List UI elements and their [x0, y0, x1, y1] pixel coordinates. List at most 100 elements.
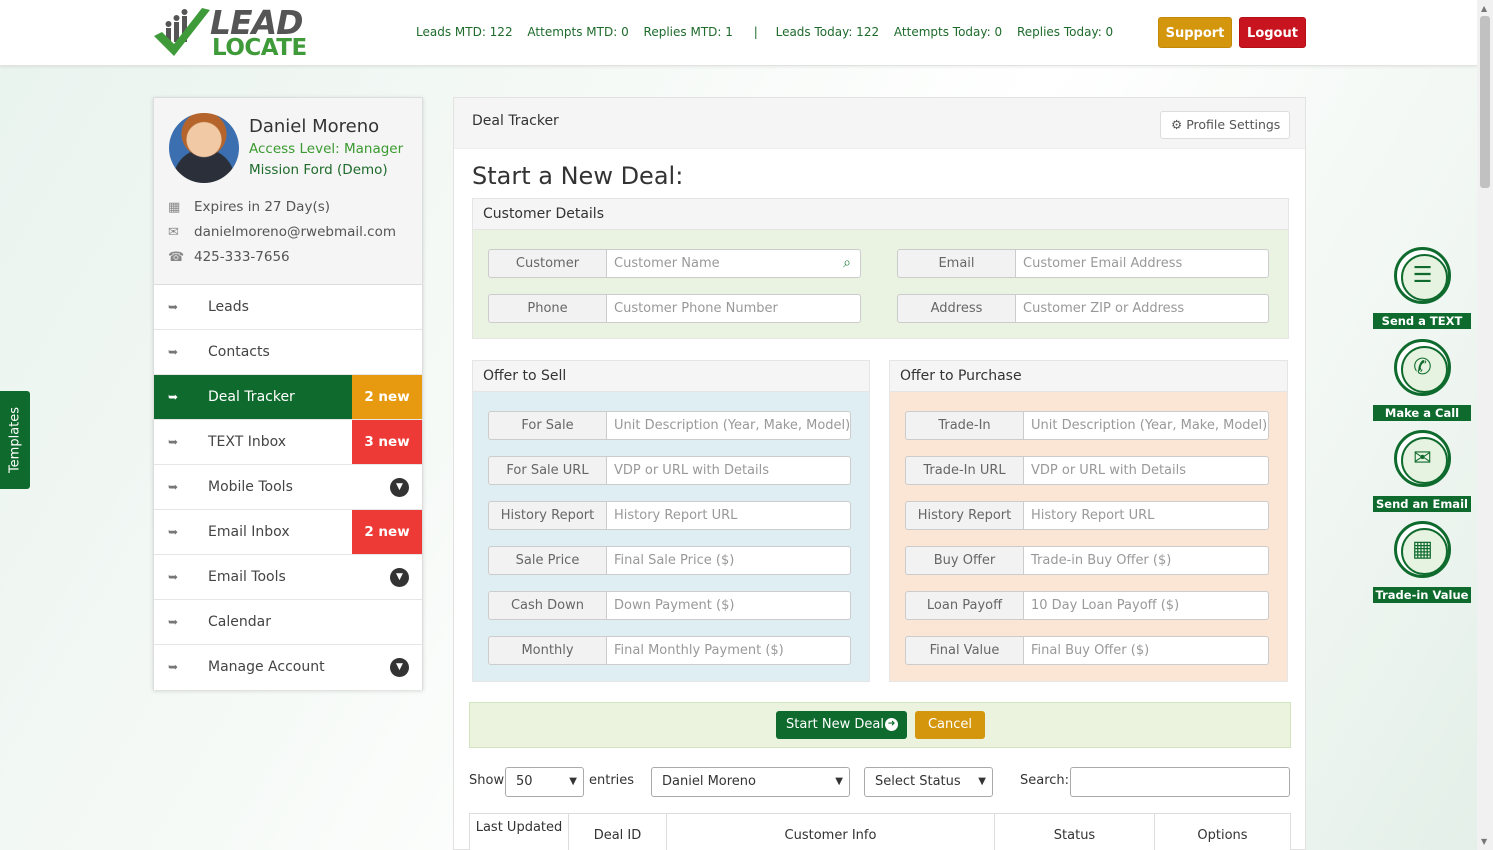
customer-address-input[interactable]: Customer ZIP or Address — [1015, 294, 1269, 323]
entries-label: entries — [589, 773, 635, 788]
sale-price-input[interactable]: Final Sale Price ($) — [606, 546, 851, 575]
offer-to-purchase-panel: Offer to Purchase Trade-In Unit Descript… — [889, 360, 1288, 682]
entries-select-value: 50 — [516, 774, 533, 789]
scroll-down-icon[interactable]: ▼ — [1481, 837, 1487, 846]
sidebar-item-deal-tracker[interactable]: ➥ Deal Tracker 2 new — [154, 375, 422, 420]
trade-in-url-input[interactable]: VDP or URL with Details — [1023, 456, 1269, 485]
profile-email: ✉ danielmoreno@rwebmail.com — [168, 224, 396, 240]
sell-history-report-input[interactable]: History Report URL — [606, 501, 851, 530]
card-header: Deal Tracker ⚙ Profile Settings — [454, 98, 1305, 149]
chevron-down-icon[interactable]: ▼ — [390, 568, 409, 587]
phone-field: Phone Customer Phone Number — [488, 294, 861, 323]
panel-body: Customer Customer Name ⌕ Email Customer … — [473, 230, 1288, 338]
customer-email-input[interactable]: Customer Email Address — [1015, 249, 1269, 278]
avatar — [169, 113, 239, 183]
scrollbar-thumb[interactable] — [1480, 16, 1490, 188]
trade-in-input[interactable]: Unit Description (Year, Make, Model) — [1023, 411, 1269, 440]
logo-mark-icon — [154, 8, 210, 56]
status-filter-select[interactable]: Select Status ▼ — [864, 767, 993, 797]
profile-phone-text: 425-333-7656 — [194, 249, 290, 265]
page-scrollbar[interactable]: ▲ ▼ — [1477, 0, 1493, 850]
sign-in-icon: ➥ — [168, 435, 179, 449]
panel-title: Customer Details — [473, 199, 1288, 230]
customer-name-input[interactable]: Customer Name — [606, 249, 861, 278]
customer-field: Customer Customer Name ⌕ — [488, 249, 861, 278]
loan-payoff-input[interactable]: 10 Day Loan Payoff ($) — [1023, 591, 1269, 620]
column-label: Customer Info — [784, 828, 877, 843]
column-label: Deal ID — [593, 828, 642, 843]
support-button[interactable]: Support — [1158, 17, 1232, 48]
customer-phone-input[interactable]: Customer Phone Number — [606, 294, 861, 323]
user-filter-select[interactable]: Daniel Moreno ▼ — [651, 767, 850, 797]
scroll-up-icon[interactable]: ▲ — [1481, 4, 1487, 13]
sidebar-item-manage-account[interactable]: ➥ Manage Account ▼ — [154, 645, 422, 690]
stats-bar: Leads MTD: 122 Attempts MTD: 0 Replies M… — [416, 25, 1124, 39]
sidebar: Daniel Moreno Access Level: Manager Miss… — [153, 97, 423, 690]
search-icon[interactable]: ⌕ — [843, 249, 851, 278]
sign-in-icon: ➥ — [168, 615, 179, 629]
quick-action-label: Trade-in Value — [1373, 587, 1471, 603]
start-new-deal-heading: Start a New Deal: — [472, 162, 684, 190]
column-customer-info[interactable]: Customer Info — [666, 814, 994, 850]
monthly-input[interactable]: Final Monthly Payment ($) — [606, 636, 851, 665]
column-deal-id[interactable]: Deal ID — [568, 814, 666, 850]
field-label: Trade-In — [905, 411, 1024, 440]
for-sale-input[interactable]: Unit Description (Year, Make, Model) — [606, 411, 851, 440]
sign-in-icon: ➥ — [168, 480, 179, 494]
cash-down-input[interactable]: Down Payment ($) — [606, 591, 851, 620]
column-label: Status — [1053, 828, 1096, 843]
chat-icon: ☰ — [1412, 263, 1433, 288]
field-label: Final Value — [905, 636, 1024, 665]
sidebar-item-label: Leads — [208, 299, 249, 315]
field-label: For Sale URL — [488, 456, 607, 485]
for-sale-url-input[interactable]: VDP or URL with Details — [606, 456, 851, 485]
chevron-down-icon: ▼ — [569, 776, 577, 787]
replies-today: Replies Today: 0 — [1016, 25, 1114, 39]
sidebar-item-mobile-tools[interactable]: ➥ Mobile Tools ▼ — [154, 465, 422, 510]
entries-select[interactable]: 50 ▼ — [505, 767, 584, 797]
logo-locate-text: LOCATE — [212, 35, 307, 61]
start-new-deal-button[interactable]: Start New Deal ➜ — [776, 711, 907, 739]
envelope-icon: ✉ — [168, 225, 179, 240]
templates-tab[interactable]: Templates — [0, 391, 30, 489]
column-status[interactable]: Status — [994, 814, 1154, 850]
buy-offer-input[interactable]: Trade-in Buy Offer ($) — [1023, 546, 1269, 575]
new-count-badge: 2 new — [352, 510, 422, 554]
column-options[interactable]: Options — [1154, 814, 1291, 850]
final-value-input[interactable]: Final Buy Offer ($) — [1023, 636, 1269, 665]
chevron-down-icon[interactable]: ▼ — [390, 478, 409, 497]
lead-locate-logo[interactable]: LEAD LOCATE — [152, 6, 322, 60]
sale-price-field: Sale Price Final Sale Price ($) — [488, 546, 851, 575]
sidebar-item-label: Mobile Tools — [208, 479, 293, 495]
chevron-down-icon[interactable]: ▼ — [390, 658, 409, 677]
sidebar-menu: ➥ Leads ➥ Contacts ➥ Deal Tracker 2 new … — [154, 285, 422, 690]
sidebar-item-label: Email Tools — [208, 569, 286, 585]
column-last-updated[interactable]: Last Updated — [469, 814, 568, 850]
logout-button[interactable]: Logout — [1239, 17, 1306, 48]
purchase-history-report-input[interactable]: History Report URL — [1023, 501, 1269, 530]
new-count-badge: 3 new — [352, 420, 422, 464]
sidebar-item-text-inbox[interactable]: ➥ TEXT Inbox 3 new — [154, 420, 422, 465]
cash-down-field: Cash Down Down Payment ($) — [488, 591, 851, 620]
customer-details-panel: Customer Details Customer Customer Name … — [472, 198, 1289, 339]
attempts-today: Attempts Today: 0 — [893, 25, 1003, 39]
chevron-down-icon: ▼ — [835, 776, 843, 787]
panel-title: Offer to Purchase — [890, 361, 1287, 392]
stats-separator: | — [753, 25, 758, 39]
field-label: Sale Price — [488, 546, 607, 575]
sign-in-icon: ➥ — [168, 300, 179, 314]
sidebar-item-email-tools[interactable]: ➥ Email Tools ▼ — [154, 555, 422, 600]
cancel-button[interactable]: Cancel — [915, 711, 985, 739]
profile-settings-button[interactable]: ⚙ Profile Settings — [1160, 111, 1290, 139]
email-field: Email Customer Email Address — [897, 249, 1269, 278]
phone-icon: ☎ — [168, 250, 185, 265]
quick-action-label: Send a TEXT — [1373, 313, 1471, 329]
sidebar-item-leads[interactable]: ➥ Leads — [154, 285, 422, 330]
field-label: Monthly — [488, 636, 607, 665]
sidebar-item-calendar[interactable]: ➥ Calendar — [154, 600, 422, 645]
arrow-right-circle-icon: ➜ — [885, 718, 898, 731]
sidebar-item-contacts[interactable]: ➥ Contacts — [154, 330, 422, 375]
sidebar-item-email-inbox[interactable]: ➥ Email Inbox 2 new — [154, 510, 422, 555]
field-label: Trade-In URL — [905, 456, 1024, 485]
table-search-input[interactable] — [1070, 767, 1290, 797]
